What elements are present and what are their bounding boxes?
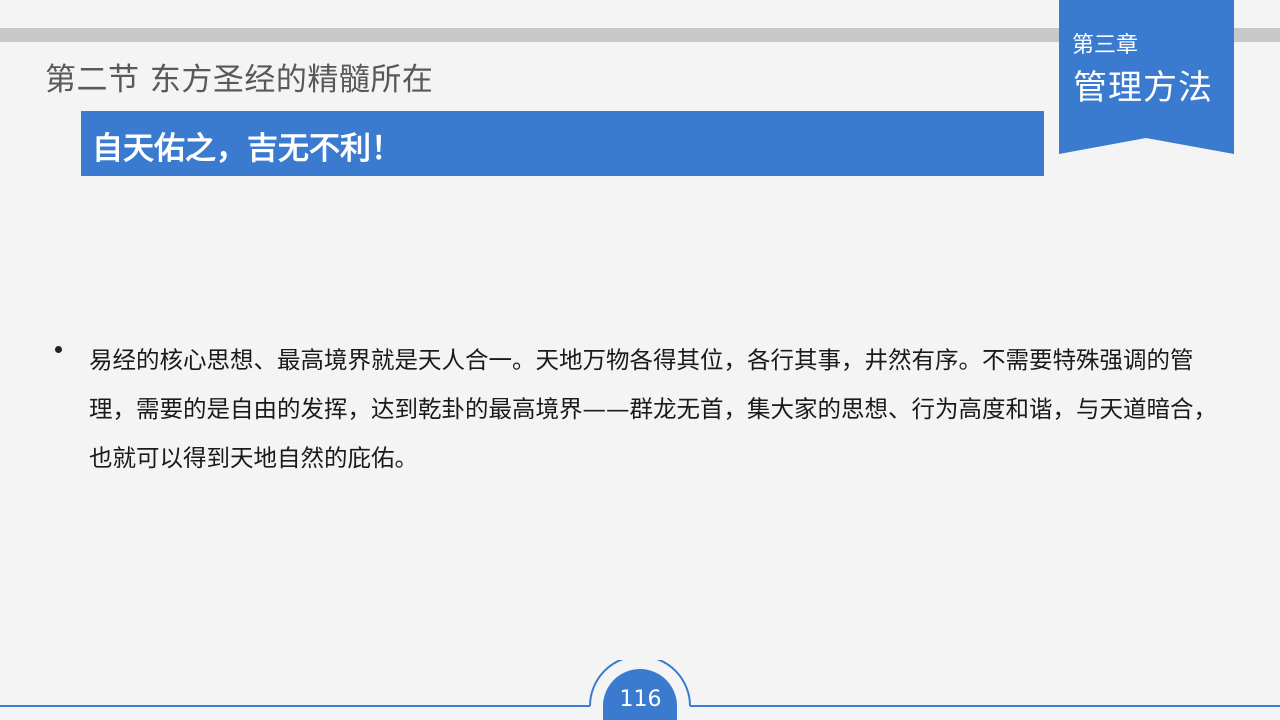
bullet-dot-icon [55,346,62,353]
footer: 116 [0,660,1280,720]
bullet-item: 易经的核心思想、最高境界就是天人合一。天地万物各得其位，各行其事，井然有序。不需… [55,336,1225,483]
chapter-name: 管理方法 [1073,68,1213,108]
body-bullet-list: 易经的核心思想、最高境界就是天人合一。天地万物各得其位，各行其事，井然有序。不需… [55,336,1225,483]
headline-banner: 自天佑之，吉无不利！ [81,111,1044,176]
headline-text: 自天佑之，吉无不利！ [92,131,402,167]
chapter-label: 第三章 [1072,33,1139,58]
page-number: 116 [619,687,662,712]
chapter-tag: 第三章 管理方法 [1059,0,1234,155]
bullet-text: 易经的核心思想、最高境界就是天人合一。天地万物各得其位，各行其事，井然有序。不需… [89,346,1217,472]
section-title: 第二节 东方圣经的精髓所在 [45,62,434,98]
